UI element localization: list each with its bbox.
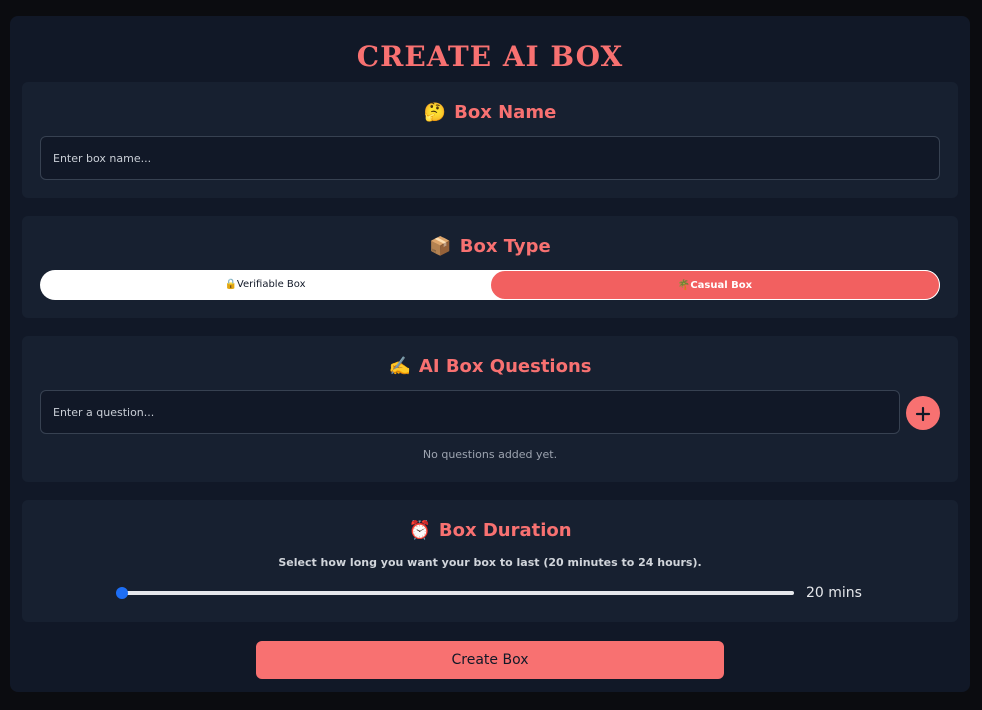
box-type-heading: 📦 Box Type bbox=[22, 236, 958, 257]
verifiable-box-label: Verifiable Box bbox=[236, 279, 306, 290]
page-title: CREATE AI BOX bbox=[356, 40, 624, 73]
box-name-heading-text: Box Name bbox=[454, 102, 557, 123]
box-type-toggle: 🔒Verifiable Box 🌴Casual Box bbox=[40, 270, 940, 300]
casual-box-label: Casual Box bbox=[690, 280, 753, 291]
no-questions-text: No questions added yet. bbox=[422, 448, 558, 461]
duration-slider-thumb[interactable] bbox=[116, 587, 128, 599]
alarm-clock-icon: ⏰ bbox=[408, 520, 431, 541]
add-question-button[interactable] bbox=[906, 396, 940, 430]
box-type-section: 📦 Box Type 🔒Verifiable Box 🌴Casual Box bbox=[22, 216, 958, 318]
duration-slider[interactable] bbox=[116, 587, 794, 599]
create-box-button[interactable]: Create Box bbox=[256, 641, 724, 679]
thinking-face-icon: 🤔 bbox=[423, 102, 447, 123]
box-name-heading: 🤔 Box Name bbox=[22, 102, 958, 123]
questions-heading-text: AI Box Questions bbox=[418, 356, 592, 377]
box-name-input[interactable] bbox=[40, 136, 940, 180]
lock-icon: 🔒 bbox=[224, 279, 237, 290]
create-box-card: CREATE AI BOX 🤔 Box Name 📦 Box Type 🔒Verif… bbox=[10, 16, 970, 692]
questions-heading: ✍️ AI Box Questions bbox=[22, 356, 958, 377]
box-type-heading-text: Box Type bbox=[459, 236, 551, 257]
box-name-section: 🤔 Box Name bbox=[22, 82, 958, 198]
palm-tree-icon: 🌴 bbox=[677, 280, 691, 291]
duration-section: ⏰ Box Duration Select how long you want y… bbox=[22, 500, 958, 622]
writing-hand-icon: ✍️ bbox=[388, 356, 411, 377]
questions-section: ✍️ AI Box Questions No questions added ye… bbox=[22, 336, 958, 482]
question-input[interactable] bbox=[40, 390, 900, 434]
duration-value: 20 mins bbox=[806, 585, 862, 601]
duration-heading: ⏰ Box Duration bbox=[22, 520, 958, 541]
duration-heading-text: Box Duration bbox=[438, 520, 572, 541]
plus-icon bbox=[915, 406, 931, 421]
duration-description: Select how long you want your box to las… bbox=[278, 556, 702, 569]
package-icon: 📦 bbox=[429, 236, 452, 257]
casual-box-option[interactable]: 🌴Casual Box bbox=[490, 270, 940, 300]
verifiable-box-option[interactable]: 🔒Verifiable Box bbox=[40, 270, 490, 300]
